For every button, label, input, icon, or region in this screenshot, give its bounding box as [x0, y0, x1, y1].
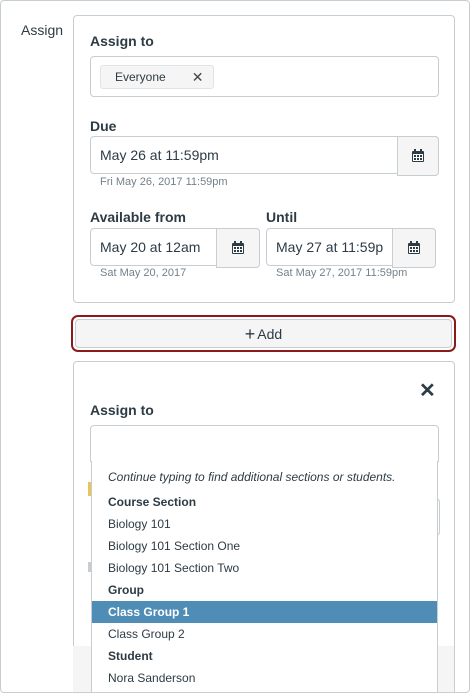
close-icon[interactable]: ✕ — [419, 378, 436, 403]
add-assignment-button[interactable]: + Add — [71, 315, 456, 352]
assign-to-heading-2: Assign to — [90, 402, 154, 418]
add-button-face: + Add — [75, 319, 452, 348]
available-from-calendar-button[interactable] — [216, 228, 260, 268]
assign-to-search-input[interactable] — [90, 425, 439, 462]
calendar-icon — [408, 241, 420, 254]
available-from-input[interactable]: May 20 at 12am — [90, 228, 260, 268]
dropdown-option[interactable]: Nora Sanderson — [92, 667, 437, 689]
due-date-input[interactable]: May 26 at 11:59pm — [90, 136, 439, 176]
available-from-value: May 20 at 12am — [100, 239, 201, 255]
dropdown-option[interactable]: Biology 101 Section Two — [92, 557, 437, 579]
available-from-heading: Available from — [90, 209, 186, 225]
assign-to-field[interactable]: Everyone ✕ — [90, 56, 439, 97]
plus-icon: + — [244, 323, 256, 344]
due-heading: Due — [90, 118, 117, 134]
calendar-icon — [232, 241, 244, 254]
until-hint: Sat May 27, 2017 11:59pm — [276, 267, 408, 279]
due-date-value: May 26 at 11:59pm — [100, 147, 219, 163]
assign-to-heading: Assign to — [90, 33, 154, 49]
add-button-label: Add — [257, 325, 283, 342]
obscured-add-button-left — [73, 646, 91, 692]
dropdown-option[interactable]: Class Group 2 — [92, 623, 437, 645]
due-calendar-button[interactable] — [397, 136, 439, 176]
obscured-add-button-right — [436, 646, 454, 692]
remove-assignee-icon[interactable]: ✕ — [192, 70, 204, 84]
until-calendar-button[interactable] — [392, 228, 436, 268]
until-input[interactable]: May 27 at 11:59p — [266, 228, 436, 268]
until-value: May 27 at 11:59p — [276, 239, 384, 255]
course-section-group-heading: Course Section — [108, 495, 197, 509]
assignee-chip-label: Everyone — [115, 70, 166, 84]
assignee-chip: Everyone ✕ — [100, 65, 215, 89]
dropdown-hint: Continue typing to find additional secti… — [108, 470, 396, 484]
calendar-icon — [412, 149, 424, 162]
dropdown-option-selected[interactable]: Class Group 1 — [92, 601, 437, 623]
assign-section-label: Assign — [21, 22, 64, 38]
available-from-hint: Sat May 20, 2017 — [100, 267, 187, 279]
student-group-heading: Student — [108, 649, 153, 663]
due-date-hint: Fri May 26, 2017 11:59pm — [100, 176, 228, 188]
dropdown-option[interactable]: Biology 101 — [92, 513, 437, 535]
assign-panel: Assign Assign to Everyone ✕ Due May 26 a… — [0, 0, 470, 693]
assign-to-dropdown: Continue typing to find additional secti… — [91, 461, 438, 692]
dropdown-option[interactable]: Biology 101 Section One — [92, 535, 437, 557]
until-heading: Until — [266, 209, 298, 225]
assignment-card: Assign to Everyone ✕ Due May 26 at 11:59… — [73, 15, 455, 303]
group-group-heading: Group — [108, 583, 144, 597]
